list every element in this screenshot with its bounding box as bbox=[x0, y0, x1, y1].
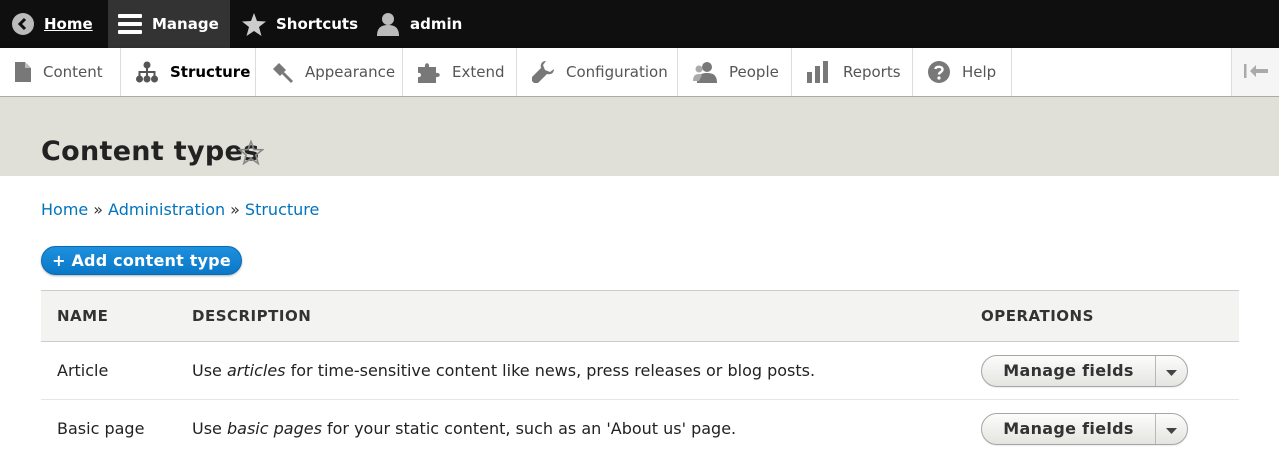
tray-item-label: Configuration bbox=[566, 63, 668, 81]
toolbar-shortcuts-tab[interactable]: Shortcuts bbox=[230, 0, 364, 48]
tray-item-label: Structure bbox=[170, 63, 251, 81]
operations-cell: Manage fields bbox=[966, 399, 1239, 455]
tray-orientation-toggle[interactable] bbox=[1231, 48, 1279, 96]
add-shortcut-star-icon[interactable] bbox=[237, 139, 265, 169]
tray-item-configuration[interactable]: Configuration bbox=[517, 48, 678, 96]
toolbar-user-label: admin bbox=[410, 15, 463, 33]
tray-item-label: Reports bbox=[843, 63, 901, 81]
page-title: Content types bbox=[41, 136, 260, 167]
tray-item-content[interactable]: Content bbox=[0, 48, 121, 96]
description-emphasis: basic pages bbox=[226, 419, 322, 438]
description-text: Use bbox=[192, 419, 227, 438]
help-icon bbox=[928, 61, 950, 83]
manage-fields-button[interactable]: Manage fields bbox=[982, 355, 1156, 386]
tray-item-people[interactable]: People bbox=[678, 48, 792, 96]
toolbar-user-tab[interactable]: admin bbox=[364, 0, 484, 48]
paintbrush-icon bbox=[271, 61, 293, 83]
caret-down-icon bbox=[1166, 361, 1177, 380]
tray-item-label: People bbox=[729, 63, 779, 81]
tray-item-label: Appearance bbox=[305, 63, 396, 81]
breadcrumb: Home» Administration» Structure bbox=[41, 200, 319, 219]
toolbar-home-link[interactable]: Home bbox=[0, 0, 108, 48]
breadcrumb-link-home[interactable]: Home bbox=[41, 200, 88, 219]
add-content-type-button[interactable]: + Add content type bbox=[41, 246, 242, 275]
description-emphasis: articles bbox=[226, 361, 286, 380]
manage-fields-button[interactable]: Manage fields bbox=[982, 413, 1156, 444]
column-header-description: DESCRIPTION bbox=[177, 290, 966, 342]
operations-dropbutton: Manage fields bbox=[981, 354, 1188, 387]
operations-dropbutton: Manage fields bbox=[981, 412, 1188, 445]
toolbar-manage-tab[interactable]: Manage bbox=[108, 0, 230, 48]
content-types-table: NAME DESCRIPTION OPERATIONS Article Use … bbox=[41, 290, 1239, 455]
breadcrumb-link-structure[interactable]: Structure bbox=[245, 200, 319, 219]
star-icon bbox=[242, 12, 266, 36]
tray-item-label: Help bbox=[962, 63, 997, 81]
content-type-description: Use basic pages for your static content,… bbox=[177, 399, 966, 455]
hamburger-icon bbox=[118, 13, 142, 35]
puzzle-icon bbox=[418, 61, 440, 83]
operations-dropdown-toggle[interactable] bbox=[1156, 414, 1187, 444]
content-type-name: Basic page bbox=[41, 399, 177, 455]
chevron-left-circle-icon bbox=[12, 13, 34, 35]
description-text: for time-sensitive content like news, pr… bbox=[285, 361, 816, 380]
operations-cell: Manage fields bbox=[966, 341, 1239, 400]
column-header-operations: OPERATIONS bbox=[966, 290, 1239, 342]
caret-down-icon bbox=[1166, 419, 1177, 438]
people-icon bbox=[693, 61, 717, 83]
column-header-name: NAME bbox=[41, 290, 177, 342]
table-header-row: NAME DESCRIPTION OPERATIONS bbox=[41, 290, 1239, 342]
content-type-name: Article bbox=[41, 341, 177, 400]
description-text: for your static content, such as an 'Abo… bbox=[321, 419, 737, 438]
tray-item-label: Content bbox=[43, 63, 103, 81]
toolbar-shortcuts-label: Shortcuts bbox=[276, 15, 359, 33]
table-row: Basic page Use basic pages for your stat… bbox=[41, 399, 1239, 455]
tray-item-extend[interactable]: Extend bbox=[403, 48, 517, 96]
breadcrumb-separator: » bbox=[230, 200, 240, 219]
admin-tray: Content Structure Appearance Extend Conf… bbox=[0, 48, 1279, 97]
collapse-left-icon bbox=[1243, 63, 1268, 82]
file-icon bbox=[15, 62, 31, 82]
table-row: Article Use articles for time-sensitive … bbox=[41, 341, 1239, 400]
content-type-description: Use articles for time-sensitive content … bbox=[177, 341, 966, 400]
tray-item-help[interactable]: Help bbox=[913, 48, 1012, 96]
operations-dropdown-toggle[interactable] bbox=[1156, 356, 1187, 386]
tray-item-structure[interactable]: Structure bbox=[121, 48, 256, 96]
breadcrumb-separator: » bbox=[93, 200, 104, 219]
description-text: Use bbox=[192, 361, 227, 380]
bar-chart-icon bbox=[807, 61, 831, 83]
tray-item-reports[interactable]: Reports bbox=[792, 48, 913, 96]
toolbar-manage-label: Manage bbox=[152, 15, 219, 33]
tray-item-label: Extend bbox=[452, 63, 505, 81]
sitemap-icon bbox=[136, 61, 158, 83]
wrench-icon bbox=[532, 61, 554, 83]
breadcrumb-link-administration[interactable]: Administration bbox=[108, 200, 225, 219]
user-icon bbox=[376, 12, 400, 36]
toolbar-home-label: Home bbox=[44, 15, 93, 33]
tray-item-appearance[interactable]: Appearance bbox=[256, 48, 403, 96]
admin-toolbar: Home Manage Shortcuts admin bbox=[0, 0, 1279, 48]
